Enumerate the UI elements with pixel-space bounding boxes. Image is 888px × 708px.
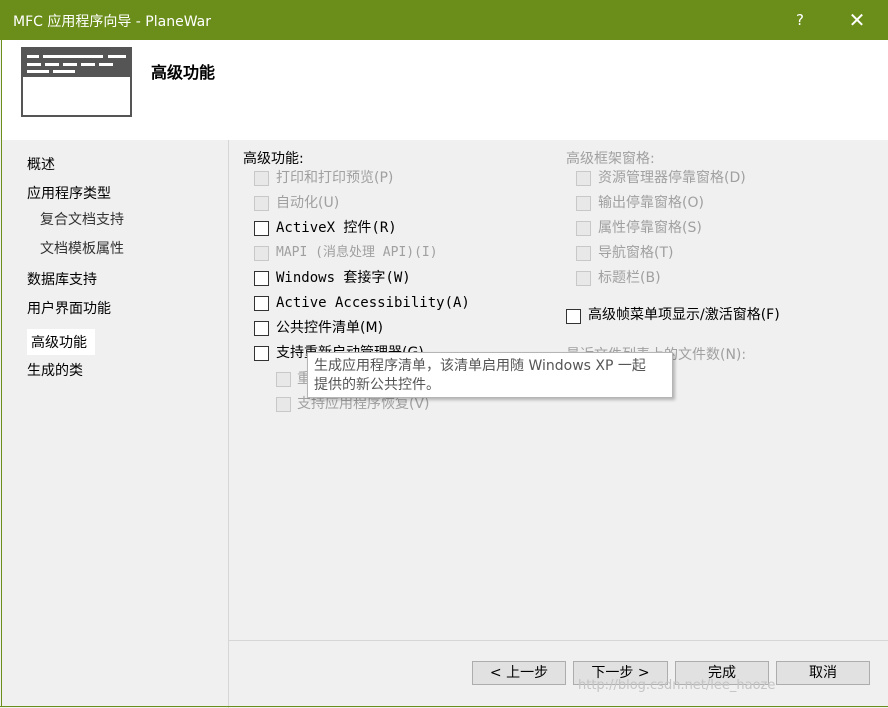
- nav-item-compound-document[interactable]: 复合文档支持: [40, 209, 124, 229]
- tooltip-line-1: 生成应用程序清单，该清单启用随 Windows XP 一起: [314, 358, 646, 374]
- tooltip-line-2: 提供的新公共控件。: [314, 377, 440, 393]
- nav-item-application-type[interactable]: 应用程序类型: [27, 183, 111, 203]
- wizard-header: [1, 40, 888, 140]
- nav-item-database-support[interactable]: 数据库支持: [27, 269, 97, 289]
- advanced-frame-menu-label: 高级帧菜单项显示/激活窗格(F): [588, 307, 780, 323]
- nav-item-document-template[interactable]: 文档模板属性: [40, 238, 124, 258]
- explorer-pane-checkbox[interactable]: [576, 171, 591, 186]
- mapi-checkbox[interactable]: [254, 246, 269, 261]
- common-control-manifest-label: 公共控件清单(M): [276, 320, 384, 336]
- print-preview-label: 打印和打印预览(P): [276, 170, 394, 186]
- reopen-documents-checkbox[interactable]: [276, 372, 291, 387]
- advanced-features-group-label: 高级功能:: [243, 151, 304, 167]
- nav-item-ui-features[interactable]: 用户界面功能: [27, 298, 111, 318]
- caption-bar-checkbox[interactable]: [576, 271, 591, 286]
- output-pane-label: 输出停靠窗格(O): [598, 195, 704, 211]
- explorer-pane-label: 资源管理器停靠窗格(D): [598, 170, 746, 186]
- windows-sockets-label: Windows 套接字(W): [276, 270, 411, 286]
- help-button[interactable]: ?: [786, 8, 814, 32]
- previous-button[interactable]: < 上一步: [472, 661, 566, 685]
- frame-panes-group-label: 高级框架窗格:: [566, 151, 655, 167]
- cancel-button[interactable]: 取消: [776, 661, 870, 685]
- advanced-frame-menu-checkbox[interactable]: [566, 309, 581, 324]
- tooltip: 生成应用程序清单，该清单启用随 Windows XP 一起 提供的新公共控件。: [307, 352, 673, 398]
- caption-bar-label: 标题栏(B): [598, 270, 661, 286]
- navigation-pane-label: 导航窗格(T): [598, 245, 674, 261]
- navigation-pane-checkbox[interactable]: [576, 246, 591, 261]
- page-title: 高级功能: [151, 63, 216, 82]
- print-preview-checkbox[interactable]: [254, 171, 269, 186]
- restart-manager-checkbox[interactable]: [254, 346, 269, 361]
- watermark: http://blog.csdn.net/lee_haoze: [578, 678, 776, 693]
- properties-pane-label: 属性停靠窗格(S): [598, 220, 702, 236]
- properties-pane-checkbox[interactable]: [576, 221, 591, 236]
- common-control-manifest-checkbox[interactable]: [254, 321, 269, 336]
- output-pane-checkbox[interactable]: [576, 196, 591, 211]
- active-accessibility-checkbox[interactable]: [254, 296, 269, 311]
- close-button[interactable]: ✕: [842, 8, 872, 32]
- nav-item-overview[interactable]: 概述: [27, 154, 55, 174]
- automation-label: 自动化(U): [276, 195, 340, 211]
- activex-controls-label: ActiveX 控件(R): [276, 220, 397, 236]
- app-recovery-checkbox[interactable]: [276, 397, 291, 412]
- nav-item-generated-classes[interactable]: 生成的类: [27, 360, 83, 380]
- nav-item-advanced-features[interactable]: 高级功能: [31, 332, 87, 352]
- active-accessibility-label: Active Accessibility(A): [276, 295, 470, 311]
- window-title: MFC 应用程序向导 - PlaneWar: [13, 14, 211, 30]
- mapi-label: MAPI (消息处理 API)(I): [276, 245, 438, 260]
- activex-controls-checkbox[interactable]: [254, 221, 269, 236]
- application-window-icon: [21, 47, 132, 117]
- automation-checkbox[interactable]: [254, 196, 269, 211]
- windows-sockets-checkbox[interactable]: [254, 271, 269, 286]
